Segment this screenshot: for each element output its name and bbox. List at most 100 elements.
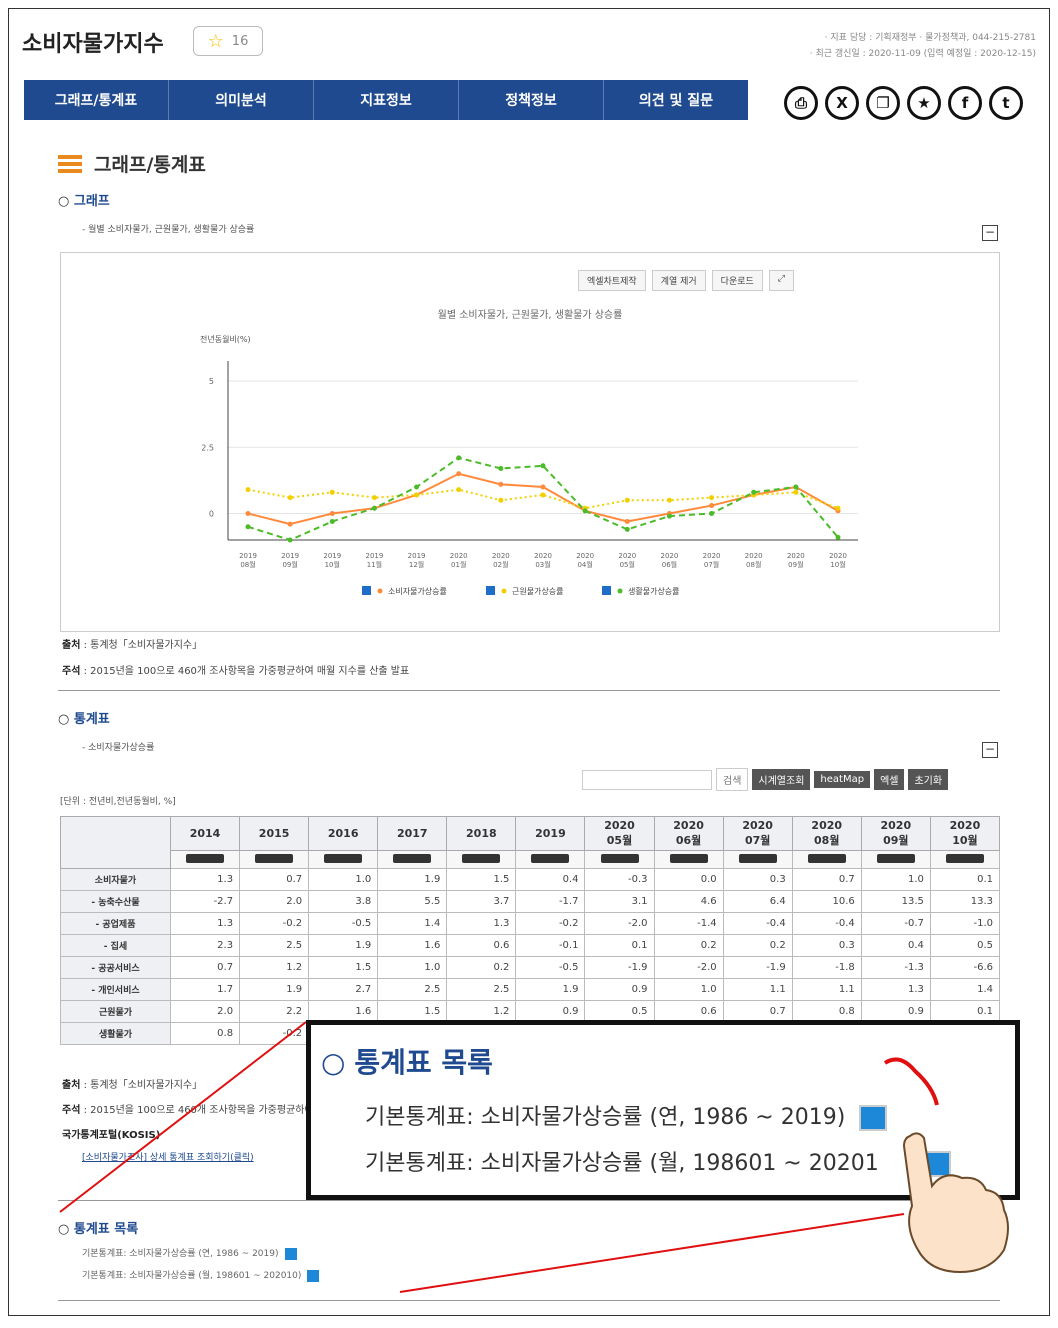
sort-controls[interactable] (653, 850, 724, 869)
red-mark (883, 1057, 939, 1106)
table-cell: 0.8 (169, 1022, 241, 1045)
callout-item[interactable]: 기본통계표: 소비자물가상승률 (연, 1986 ~ 2019) (365, 1099, 888, 1131)
copy-icon[interactable]: ❐ (866, 86, 900, 120)
timeseries-button[interactable]: 시계열조회 (752, 769, 811, 790)
chart-footnote: 주석 : 2015년을 100으로 460개 조사항목을 가중평균하여 매월 지… (62, 662, 409, 677)
excel-icon[interactable]: X (825, 86, 859, 120)
table-cell: 13.5 (860, 890, 931, 913)
sort-controls[interactable] (308, 850, 379, 869)
table-note: - 소비자물가상승률 (82, 743, 155, 753)
collapse-table-button[interactable]: − (982, 742, 998, 758)
table-cell: 1.9 (377, 868, 448, 891)
table-toolbar: 검색 시계열조회 heatMap 엑셀 초기화 (582, 768, 949, 791)
tab-graph-table[interactable]: 그래프/통계표 (24, 80, 169, 120)
print-icon[interactable]: ⎙ (784, 86, 818, 120)
table-cell: 1.2 (239, 956, 310, 979)
sort-controls[interactable] (515, 850, 586, 869)
table-cell: 1.6 (377, 934, 448, 957)
tab-feedback[interactable]: 의견 및 질문 (604, 80, 748, 120)
row-label: - 개인서비스 (60, 978, 171, 1001)
table-footnote-label: 주석 (62, 1105, 81, 1116)
table-cell: -1.7 (515, 890, 586, 913)
excel-button[interactable]: 엑셀 (874, 769, 905, 790)
external-link-icon[interactable] (307, 1269, 320, 1282)
table-cell: 0.4 (515, 868, 586, 891)
list-item-label: 기본통계표: 소비자물가상승률 (월, 198601 ~ 202010) (82, 1271, 302, 1281)
chart-series-button[interactable]: 계열 제거 (651, 270, 706, 291)
table-cell: 1.3 (446, 912, 517, 935)
table-cell: 0.2 (653, 934, 724, 957)
tab-indicator-info[interactable]: 지표정보 (314, 80, 459, 120)
table-cell: 6.4 (722, 890, 793, 913)
table-cell: -0.4 (791, 912, 862, 935)
table-cell: 4.6 (653, 890, 724, 913)
column-header: 2020 09월 (860, 816, 931, 851)
table-row: - 집세 2.3 2.5 1.9 1.6 0.6 -0.1 0.1 0.2 0.2 0.3 0.4 0.… (60, 934, 1001, 957)
table-search-input[interactable] (582, 769, 712, 790)
row-label: - 공업제품 (60, 912, 171, 935)
sort-controls[interactable] (169, 850, 241, 869)
fullscreen-icon[interactable]: ⤢ (768, 270, 794, 291)
list-item[interactable]: 기본통계표: 소비자물가상승률 (연, 1986 ~ 2019) (82, 1246, 297, 1260)
tab-analysis[interactable]: 의미분석 (169, 80, 314, 120)
table-source-label: 출처 (62, 1080, 81, 1091)
divider (58, 1300, 1000, 1301)
sort-controls[interactable] (584, 850, 655, 869)
table-cell: -1.3 (860, 956, 931, 979)
favorite-button[interactable]: ☆ 16 (193, 26, 263, 56)
row-label: 소비자물가 (60, 868, 171, 891)
search-button[interactable]: 검색 (716, 768, 749, 791)
table-cell: 2.0 (169, 1000, 241, 1023)
table-cell: 1.0 (860, 868, 931, 891)
table-cell: 2.3 (169, 934, 241, 957)
chart-container (60, 252, 1000, 632)
sort-controls[interactable] (929, 850, 1001, 869)
table-cell: -0.5 (515, 956, 586, 979)
collapse-graph-button[interactable]: − (982, 225, 998, 241)
kosis-link[interactable]: [소비자물가조사] 상세 통계표 조회하기(클릭) (82, 1150, 254, 1163)
menu-icon (58, 154, 82, 173)
table-cell: -0.1 (515, 934, 586, 957)
table-cell: 1.0 (377, 956, 448, 979)
heatmap-button[interactable]: heatMap (814, 771, 871, 788)
sort-controls[interactable] (791, 850, 862, 869)
table-cell: 0.7 (169, 956, 241, 979)
column-header: 2015 (239, 816, 310, 851)
table-cell: 13.3 (929, 890, 1001, 913)
reset-button[interactable]: 초기화 (908, 769, 949, 790)
table-cell: 1.4 (929, 978, 1001, 1001)
chart-excel-button[interactable]: 엑셀차트제작 (578, 270, 646, 291)
table-cell: 2.2 (239, 1000, 310, 1023)
column-header: 2016 (308, 816, 379, 851)
callout-item[interactable]: 기본통계표: 소비자물가상승률 (월, 198601 ~ 20201 (365, 1145, 951, 1177)
sort-controls[interactable] (860, 850, 931, 869)
table-cell: -0.4 (722, 912, 793, 935)
chart-download-button[interactable]: 다운로드 (711, 270, 763, 291)
table-subheading: 통계표 (58, 708, 110, 727)
source-label: 출처 (62, 640, 81, 651)
table-cell: -2.0 (584, 912, 655, 935)
sort-controls[interactable] (239, 850, 310, 869)
sort-controls[interactable] (446, 850, 517, 869)
star-icon[interactable]: ★ (907, 86, 941, 120)
table-cell: -0.2 (239, 912, 310, 935)
sort-controls[interactable] (722, 850, 793, 869)
table-cell: 5.5 (377, 890, 448, 913)
table-cell: 0.2 (722, 934, 793, 957)
table-cell: 2.5 (239, 934, 310, 957)
table-cell: 0.9 (584, 978, 655, 1001)
meta-manager: · 지표 담당 : 기획재정부 · 물가정책과, 044-215-2781 (824, 33, 1036, 43)
sort-controls[interactable] (377, 850, 448, 869)
table-cell: 0.5 (929, 934, 1001, 957)
callout-item-label: 기본통계표: 소비자물가상승률 (월, 198601 ~ 20201 (365, 1151, 879, 1176)
tab-policy-info[interactable]: 정책정보 (459, 80, 604, 120)
table-cell: 0.1 (929, 868, 1001, 891)
table-cell: 1.3 (169, 912, 241, 935)
table-cell: -1.9 (584, 956, 655, 979)
external-link-icon[interactable] (284, 1247, 297, 1260)
facebook-icon[interactable]: f (948, 86, 982, 120)
column-header: 2019 (515, 816, 586, 851)
list-item[interactable]: 기본통계표: 소비자물가상승률 (월, 198601 ~ 202010) (82, 1268, 320, 1282)
list-item-label: 기본통계표: 소비자물가상승률 (연, 1986 ~ 2019) (82, 1249, 279, 1259)
twitter-icon[interactable]: t (989, 86, 1023, 120)
